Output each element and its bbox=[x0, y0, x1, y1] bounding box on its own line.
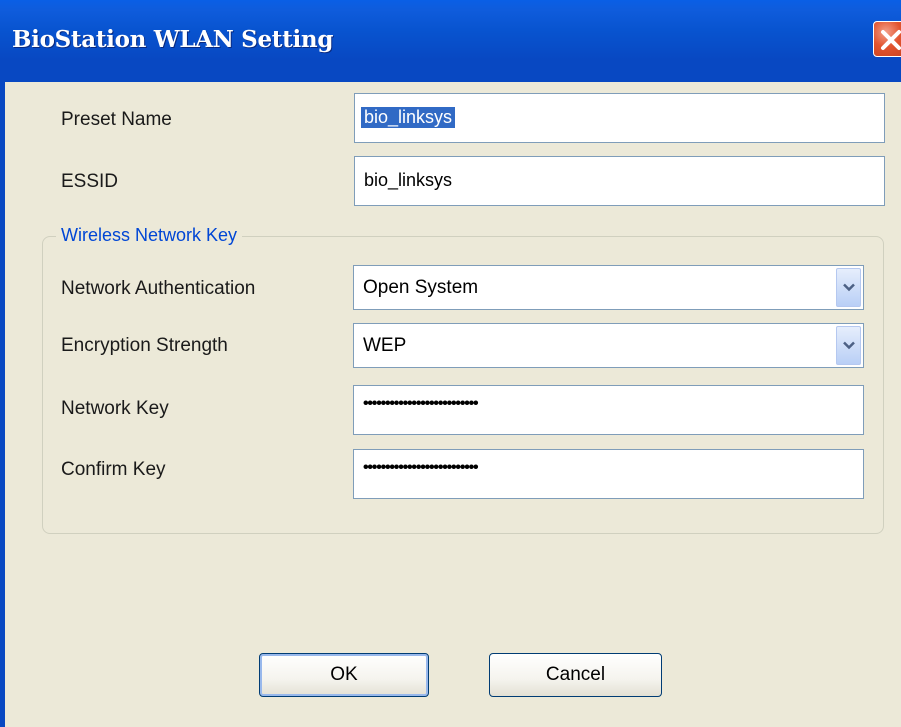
encryption-value: WEP bbox=[363, 335, 407, 356]
window-title: BioStation WLAN Setting bbox=[12, 26, 334, 53]
auth-select[interactable]: Open System bbox=[353, 265, 864, 310]
network-key-masked: •••••••••••••••••••••••••• bbox=[363, 395, 479, 412]
close-x-icon bbox=[881, 30, 901, 50]
confirm-key-masked: •••••••••••••••••••••••••• bbox=[363, 459, 479, 476]
dialog-window: BioStation WLAN Setting Preset Name bio_… bbox=[0, 0, 901, 727]
encryption-select[interactable]: WEP bbox=[353, 323, 864, 368]
title-bar[interactable]: BioStation WLAN Setting bbox=[0, 0, 901, 82]
essid-value: bio_linksys bbox=[364, 170, 453, 190]
preset-name-label: Preset Name bbox=[61, 109, 172, 130]
confirm-key-input[interactable]: •••••••••••••••••••••••••• bbox=[353, 449, 864, 499]
auth-label: Network Authentication bbox=[61, 278, 256, 299]
encryption-dropdown-button[interactable] bbox=[836, 326, 861, 365]
ok-button[interactable]: OK bbox=[259, 653, 429, 697]
confirm-key-label: Confirm Key bbox=[61, 459, 166, 480]
essid-input[interactable]: bio_linksys bbox=[354, 156, 885, 206]
preset-name-value: bio_linksys bbox=[361, 107, 456, 128]
group-legend: Wireless Network Key bbox=[56, 225, 243, 246]
network-key-input[interactable]: •••••••••••••••••••••••••• bbox=[353, 385, 864, 435]
essid-label: ESSID bbox=[61, 171, 119, 192]
window-border bbox=[0, 82, 5, 727]
chevron-down-icon bbox=[843, 283, 855, 292]
encryption-label: Encryption Strength bbox=[61, 335, 228, 356]
auth-value: Open System bbox=[363, 277, 479, 298]
preset-name-input[interactable]: bio_linksys bbox=[354, 93, 885, 143]
auth-dropdown-button[interactable] bbox=[836, 268, 861, 307]
network-key-label: Network Key bbox=[61, 398, 169, 419]
chevron-down-icon bbox=[843, 341, 855, 350]
close-button[interactable] bbox=[873, 21, 901, 57]
cancel-button[interactable]: Cancel bbox=[489, 653, 662, 697]
